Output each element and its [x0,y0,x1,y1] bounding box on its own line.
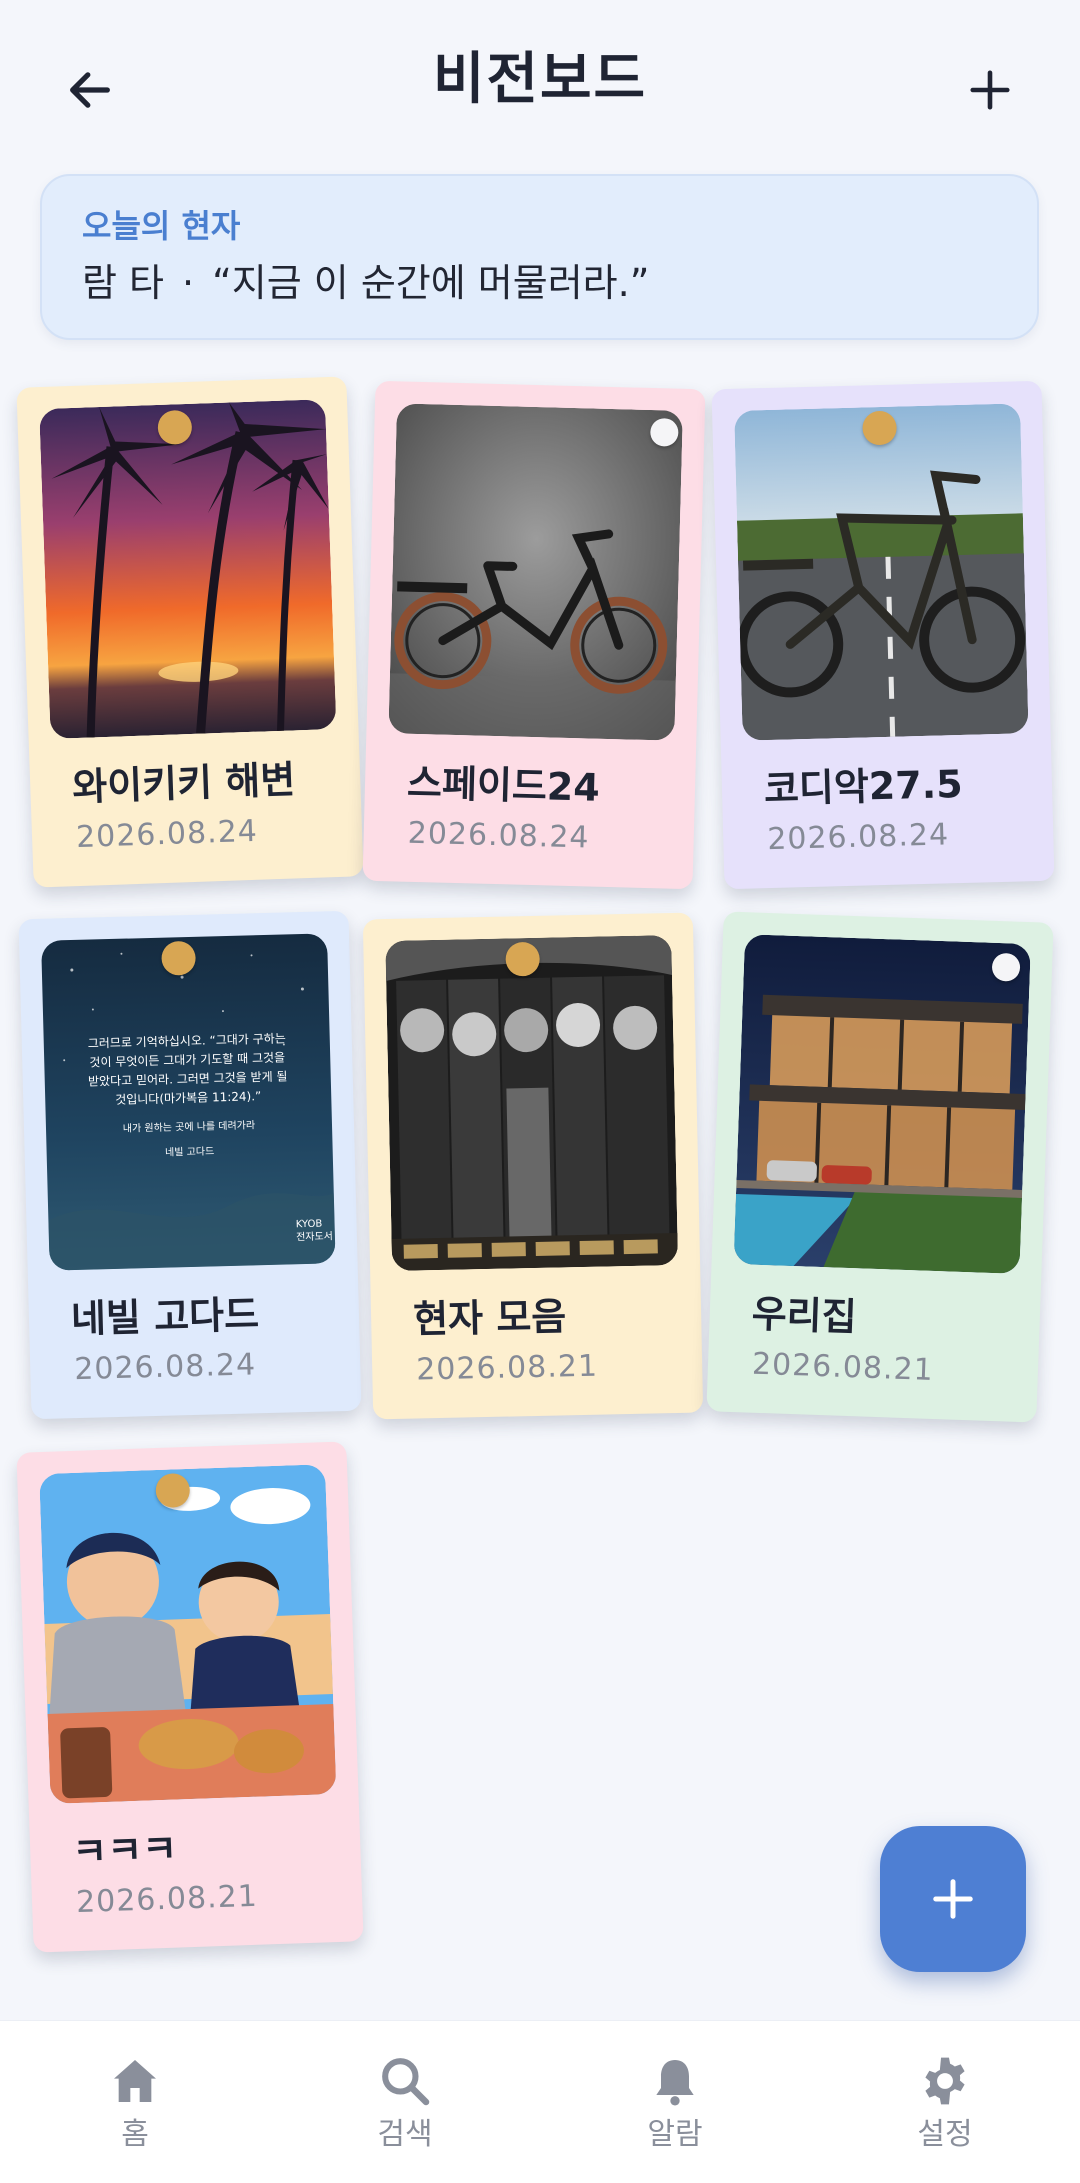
nav-label: 검색 [377,2117,433,2152]
card-photo-spade24 [388,403,683,741]
publisher-mark: KYOB 전자도서 [295,1218,334,1244]
bottom-navigation: 홈 검색 알람 설정 [0,2020,1080,2183]
quote-author: 람 타 [82,261,164,305]
app-header: 비전보드 [0,0,1080,165]
vision-card-kodiak[interactable]: 코디악27.5 2026.08.24 [711,380,1055,890]
search-icon [382,2058,430,2106]
add-button[interactable] [940,40,1040,140]
nav-item-alarm[interactable]: 알람 [540,2021,810,2183]
card-title: 코디악27.5 [763,761,964,812]
card-photo-neville-goddard: 그러므로 기억하십시오. “그대가 구하는 것이 무엇이든 그대가 기도할 때 … [41,933,336,1271]
card-date: 2026.08.24 [407,815,590,856]
card-date: 2026.08.21 [751,1346,935,1388]
home-icon [114,2060,156,2102]
vision-card-spade24[interactable]: 스페이드24 2026.08.24 [362,380,706,890]
add-vision-fab[interactable] [880,1826,1026,1972]
card-date: 2026.08.24 [73,1347,257,1388]
daily-sage-quote: 람 타 · “지금 이 순간에 머물러라.” [82,258,997,308]
plus-icon [970,70,1010,110]
daily-sage-card[interactable]: 오늘의 현자 람 타 · “지금 이 순간에 머물러라.” [40,174,1039,340]
nav-item-home[interactable]: 홈 [0,2021,270,2183]
vision-card-our-house[interactable]: 우리집 2026.08.21 [706,911,1054,1423]
book-quote-text: 그러므로 기억하십시오. “그대가 구하는 것이 무엇이든 그대가 기도할 때 … [87,1031,288,1159]
vision-card-sages[interactable]: 현자 모음 2026.08.21 [362,912,704,1420]
quote-text: “지금 이 순간에 머물러라.” [212,261,650,305]
card-title: ㅋㅋㅋ [71,1826,178,1875]
card-date: 2026.08.21 [75,1878,259,1921]
nav-item-search[interactable]: 검색 [270,2021,540,2183]
card-title: 스페이드24 [406,760,601,810]
nav-label: 설정 [917,2117,973,2152]
card-photo-kodiak [734,403,1029,741]
card-title: 현자 모음 [412,1294,567,1342]
card-date: 2026.08.21 [415,1348,599,1388]
card-date: 2026.08.24 [75,813,259,856]
card-photo-sages [385,935,679,1271]
nav-label: 알람 [647,2117,703,2152]
card-photo-waikiki [39,399,337,739]
daily-sage-label: 오늘의 현자 [82,207,241,245]
card-title: 와이키키 해변 [71,757,296,810]
vision-card-waikiki[interactable]: 와이키키 해변 2026.08.24 [16,376,364,888]
card-photo-kkk [39,1464,337,1804]
page-title: 비전보드 [432,47,648,112]
vision-card-kkk[interactable]: ㅋㅋㅋ 2026.08.21 [16,1441,364,1953]
bell-icon [656,2060,694,2106]
card-photo-our-house [733,934,1031,1274]
nav-item-settings[interactable]: 설정 [810,2021,1080,2183]
card-title: 우리집 [751,1291,858,1340]
nav-label: 홈 [121,2117,149,2152]
card-date: 2026.08.24 [766,817,950,858]
quote-separator: · [182,261,195,305]
gear-icon [925,2057,965,2105]
vision-card-neville-goddard[interactable]: 그러므로 기억하십시오. “그대가 구하는 것이 무엇이든 그대가 기도할 때 … [18,910,362,1420]
card-title: 네빌 고다드 [70,1292,260,1342]
plus-icon [933,1879,973,1919]
